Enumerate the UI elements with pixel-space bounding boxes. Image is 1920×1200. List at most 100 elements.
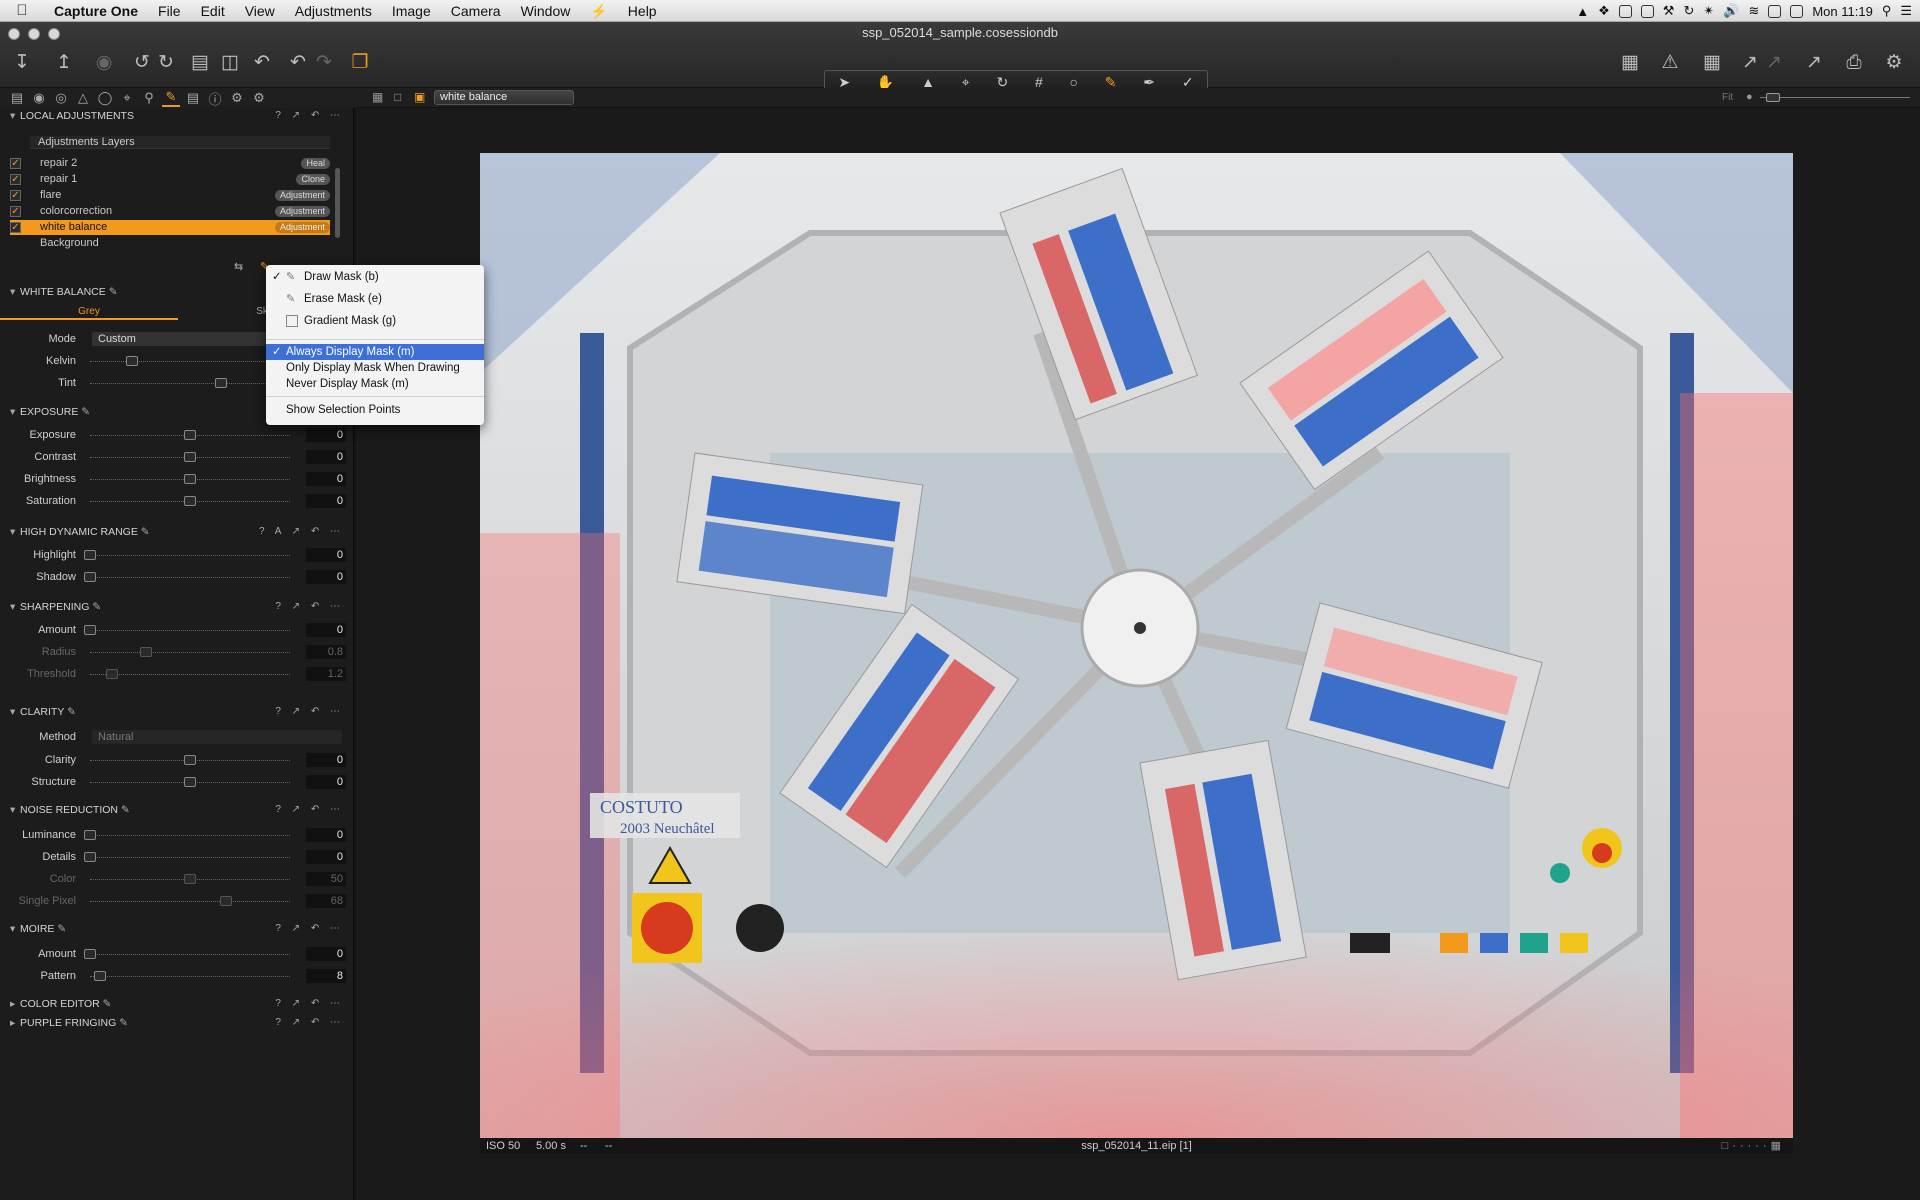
layer-checkbox[interactable]: ✓ — [10, 206, 21, 217]
section-tools[interactable]: ? ↗ ↶ ⋯ — [275, 599, 344, 615]
grid-icon[interactable]: ▦ — [1700, 51, 1724, 75]
clarity-header[interactable]: ▾ CLARITY ✎ ? ↗ ↶ ⋯ — [0, 704, 354, 720]
fullscreen-icon[interactable]: ↗ — [1802, 51, 1826, 75]
menu-adjustments[interactable]: Adjustments — [285, 0, 382, 22]
menu-item-never-display-mask[interactable]: Never Display Mask (m) — [266, 376, 484, 392]
slider-value[interactable]: 0 — [306, 775, 346, 789]
slider-value[interactable]: 1.2 — [306, 667, 346, 681]
method-select[interactable]: Natural — [92, 730, 342, 744]
menu-item-draw-mask[interactable]: ✓ ✎ Draw Mask (b) — [266, 269, 484, 285]
slider-knob[interactable] — [184, 874, 196, 884]
quick-tab-icon[interactable]: ⚙ — [250, 90, 268, 106]
section-tools[interactable]: ? A ↗ ↶ ⋯ — [259, 524, 344, 540]
tint-slider[interactable] — [90, 383, 290, 384]
slider-knob[interactable] — [184, 474, 196, 484]
slider-value[interactable]: 0 — [306, 623, 346, 637]
slider-value[interactable]: 0 — [306, 947, 346, 961]
layer-row[interactable]: ✓ colorcorrection Adjustment — [10, 204, 330, 219]
local-adjustments-tab-icon[interactable]: ✎ — [162, 89, 180, 107]
zoom-slider-knob[interactable] — [1766, 93, 1780, 102]
volume-icon[interactable]: 🔊 — [1723, 3, 1739, 19]
sharpening-header[interactable]: ▾ SHARPENING ✎ ? ↗ ↶ ⋯ — [0, 599, 354, 615]
local-adjustments-header[interactable]: ▾ LOCAL ADJUSTMENTS ? ↗ ↶ ⋯ — [0, 108, 354, 124]
print-icon[interactable]: ⎙ — [1842, 51, 1866, 75]
slider-track[interactable] — [90, 857, 290, 858]
clock-text[interactable]: Mon 11:19 — [1812, 4, 1872, 19]
battery-icon[interactable] — [1790, 4, 1804, 18]
layer-checkbox[interactable]: ✓ — [10, 222, 21, 233]
section-tools[interactable]: ? ↗ ↶ ⋯ — [275, 921, 344, 937]
slider-value[interactable]: 0 — [306, 494, 346, 508]
layer-checkbox[interactable]: ✓ — [10, 174, 21, 185]
slider-value[interactable]: 8 — [306, 969, 346, 983]
style-select[interactable]: white balance — [434, 90, 574, 105]
batch-tab-icon[interactable]: ⚙ — [228, 90, 246, 106]
slider-track[interactable] — [90, 630, 290, 631]
layer-row[interactable]: Background — [10, 236, 330, 251]
tab-grey[interactable]: Grey — [0, 304, 178, 320]
slider-value[interactable]: 0 — [306, 548, 346, 562]
slider-knob[interactable] — [84, 852, 96, 862]
menu-view[interactable]: View — [235, 0, 285, 22]
slider-value[interactable]: 0 — [306, 850, 346, 864]
menu-item-show-selection-points[interactable]: Show Selection Points — [266, 402, 484, 418]
moire-header[interactable]: ▾ MOIRE ✎ ? ↗ ↶ ⋯ — [0, 921, 354, 937]
layer-row[interactable]: ✓ repair 1 Clone — [10, 172, 330, 187]
menu-file[interactable]: File — [148, 0, 191, 22]
menu-app-name[interactable]: Capture One — [44, 0, 148, 22]
layer-options-icon[interactable]: ⇆ — [234, 260, 243, 273]
slider-knob[interactable] — [84, 830, 96, 840]
menu-camera[interactable]: Camera — [441, 0, 511, 22]
redo-icon[interactable]: ↷ — [312, 51, 336, 75]
lens-tab-icon[interactable]: ◯ — [96, 90, 114, 106]
zoom-slider[interactable] — [1760, 97, 1910, 98]
slider-value[interactable]: 68 — [306, 894, 346, 908]
slider-knob[interactable] — [220, 896, 232, 906]
layers-scrollbar[interactable] — [335, 168, 340, 238]
capture-camera-icon[interactable]: ◉ — [92, 51, 116, 75]
menu-item-gradient-mask[interactable]: Gradient Mask (g) — [266, 313, 484, 329]
slider-track[interactable] — [90, 954, 290, 955]
slider-knob[interactable] — [106, 669, 118, 679]
slider-knob[interactable] — [140, 647, 152, 657]
notification-icon[interactable]: ▲ — [1576, 4, 1589, 19]
apple-menu-icon[interactable]:  — [0, 2, 44, 19]
undo-icon[interactable]: ↶ — [286, 51, 310, 75]
slider-track[interactable] — [90, 835, 290, 836]
slider-knob[interactable] — [84, 949, 96, 959]
library-tab-icon[interactable]: ▤ — [8, 90, 26, 106]
slider-knob[interactable] — [84, 572, 96, 582]
photo-preview[interactable]: COSTUTO 2003 Neuchâtel — [480, 153, 1793, 1138]
kelvin-knob[interactable] — [126, 356, 138, 366]
caption-rating-icons[interactable]: □·····▦ — [1722, 1139, 1785, 1152]
copy-apply-icon[interactable]: ❐ — [348, 51, 372, 75]
menu-help[interactable]: Help — [618, 0, 667, 22]
slider-knob[interactable] — [84, 625, 96, 635]
slider-track[interactable] — [90, 674, 290, 675]
slider-knob[interactable] — [184, 430, 196, 440]
color-tab-icon[interactable]: ◎ — [52, 90, 70, 106]
bluetooth-icon[interactable]: ✴ — [1703, 3, 1714, 19]
wrench-icon[interactable]: ⚒ — [1663, 3, 1675, 19]
compare-icon[interactable]: ↗ — [1762, 51, 1786, 75]
section-tools[interactable]: ? ↗ ↶ ⋯ — [275, 704, 344, 720]
section-tools[interactable]: ? ↗ ↶ ⋯ — [275, 996, 344, 1012]
purple-fringing-header[interactable]: ▸ PURPLE FRINGING ✎ ? ↗ ↶ ⋯ — [0, 1015, 354, 1031]
slider-knob[interactable] — [94, 971, 106, 981]
time-machine-icon[interactable]: ↻ — [1683, 3, 1694, 19]
hdr-header[interactable]: ▾ HIGH DYNAMIC RANGE ✎ ? A ↗ ↶ ⋯ — [0, 524, 354, 540]
menu-image[interactable]: Image — [382, 0, 441, 22]
rotate-right-icon[interactable]: ↻ — [154, 51, 178, 75]
trash-icon[interactable]: ◫ — [218, 51, 242, 75]
section-tools[interactable]: ? ↗ ↶ ⋯ — [275, 108, 344, 124]
slider-value[interactable]: 0.8 — [306, 645, 346, 659]
color-editor-header[interactable]: ▸ COLOR EDITOR ✎ ? ↗ ↶ ⋯ — [0, 996, 354, 1012]
slider-knob[interactable] — [184, 777, 196, 787]
slider-value[interactable]: 0 — [306, 450, 346, 464]
input-source-icon[interactable] — [1768, 4, 1782, 18]
move-to-folder-icon[interactable]: ▤ — [188, 51, 212, 75]
slider-track[interactable] — [90, 555, 290, 556]
layout-icon[interactable]: ▦ — [1618, 51, 1642, 75]
layer-checkbox[interactable]: ✓ — [10, 190, 21, 201]
slider-value[interactable]: 0 — [306, 472, 346, 486]
